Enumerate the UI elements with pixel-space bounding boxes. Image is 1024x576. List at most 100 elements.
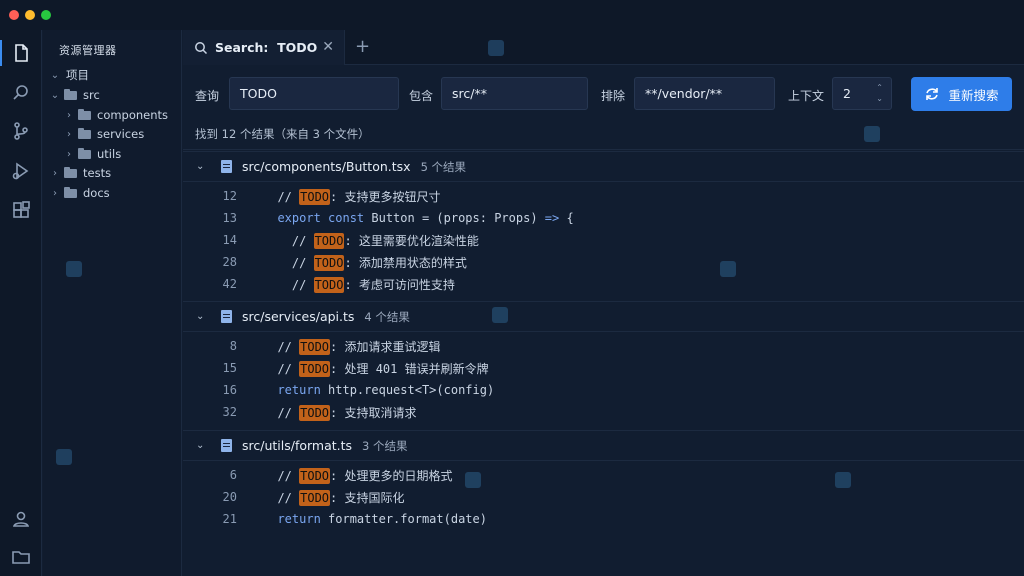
context-label: 上下文 bbox=[788, 89, 825, 103]
line-number: 6 bbox=[229, 468, 237, 482]
run-debug-button[interactable] bbox=[0, 152, 42, 190]
code-snippet: // TODO: 考虑可访问性支持 bbox=[263, 276, 455, 293]
code-token: // bbox=[263, 361, 300, 376]
file-icon bbox=[221, 439, 232, 452]
rerun-search-button[interactable]: 重新搜索 bbox=[911, 77, 1012, 111]
folder-icon bbox=[64, 186, 77, 198]
match-highlight: TODO bbox=[299, 188, 331, 205]
code-token: // bbox=[263, 189, 300, 204]
tree-item-src[interactable]: ⌄ src bbox=[43, 85, 100, 105]
tree-item-label: utils bbox=[97, 147, 122, 161]
result-line[interactable]: 16 return http.request<T>(config) bbox=[183, 379, 1024, 401]
search-button[interactable] bbox=[0, 74, 42, 112]
context-stepper[interactable]: 2 ⌃ ⌄ bbox=[832, 77, 892, 110]
source-control-button[interactable] bbox=[0, 112, 42, 150]
file-result-header[interactable]: ⌄ src/services/api.ts 4 个结果 bbox=[183, 301, 1024, 332]
code-snippet: export const Button = (props: Props) => … bbox=[263, 211, 574, 225]
extensions-button[interactable] bbox=[0, 192, 42, 230]
close-window-button[interactable] bbox=[9, 10, 19, 20]
code-snippet: // TODO: 支持更多按钮尺寸 bbox=[263, 188, 440, 205]
code-token: Button = (props: Props) bbox=[364, 211, 545, 225]
result-line[interactable]: 28 // TODO: 添加禁用状态的样式 bbox=[183, 251, 1024, 273]
tree-item-project[interactable]: ⌄ 项目 bbox=[43, 65, 89, 85]
match-highlight: TODO bbox=[299, 489, 331, 506]
tree-item-utils[interactable]: › utils bbox=[43, 144, 121, 164]
line-number: 21 bbox=[222, 512, 237, 526]
tree-item-services[interactable]: › services bbox=[43, 124, 144, 144]
folder-icon bbox=[78, 147, 91, 159]
explorer-sidebar: 资源管理器 ⌄ 项目 ⌄ src › components › services… bbox=[43, 30, 182, 576]
chevron-down-icon[interactable]: ⌄ bbox=[196, 161, 208, 172]
close-tab-button[interactable]: ✕ bbox=[322, 39, 334, 55]
tab-bar: Search: TODO ✕ + bbox=[183, 30, 1024, 65]
tree-item-label: components bbox=[97, 108, 169, 122]
code-snippet: // TODO: 支持国际化 bbox=[263, 489, 404, 506]
tab-search-todo[interactable]: Search: TODO ✕ bbox=[183, 30, 345, 65]
chevron-down-icon[interactable]: ⌄ bbox=[196, 311, 208, 322]
query-input[interactable]: TODO bbox=[229, 77, 399, 110]
code-token: : 处理 401 错误并刷新令牌 bbox=[330, 361, 489, 376]
code-token: : 支持更多按钮尺寸 bbox=[330, 189, 441, 204]
watermark-icon bbox=[56, 449, 72, 465]
result-line[interactable]: 6 // TODO: 处理更多的日期格式 bbox=[183, 464, 1024, 486]
context-value: 2 bbox=[843, 86, 851, 101]
code-token: // bbox=[263, 277, 314, 292]
folder-icon bbox=[78, 127, 91, 139]
chevron-right-icon: › bbox=[53, 187, 57, 199]
result-line[interactable]: 21 return formatter.format(date) bbox=[183, 508, 1024, 530]
explorer-button[interactable] bbox=[0, 34, 42, 72]
new-tab-button[interactable]: + bbox=[355, 36, 370, 57]
refresh-icon bbox=[926, 88, 939, 100]
result-line[interactable]: 8 // TODO: 添加请求重试逻辑 bbox=[183, 335, 1024, 357]
results-summary: 找到 12 个结果（来自 3 个文件） bbox=[195, 127, 370, 141]
line-number: 42 bbox=[222, 277, 237, 291]
chevron-down-icon[interactable]: ⌄ bbox=[196, 440, 208, 451]
rerun-search-label: 重新搜索 bbox=[948, 87, 999, 103]
watermark-icon bbox=[66, 261, 82, 277]
exclude-input[interactable]: **/vendor/** bbox=[634, 77, 775, 110]
line-number: 14 bbox=[222, 233, 237, 247]
code-snippet: // TODO: 这里需要优化渲染性能 bbox=[263, 232, 479, 249]
result-line[interactable]: 15 // TODO: 处理 401 错误并刷新令牌 bbox=[183, 357, 1024, 379]
include-input[interactable]: src/** bbox=[441, 77, 588, 110]
code-token: formatter.format(date) bbox=[320, 512, 487, 526]
match-count: 4 个结果 bbox=[364, 309, 410, 324]
code-token: // bbox=[263, 233, 314, 248]
chevron-right-icon: › bbox=[53, 167, 57, 179]
tree-item-tests[interactable]: › tests bbox=[43, 163, 111, 183]
code-token: http.request<T>(config) bbox=[320, 383, 495, 397]
watermark-icon bbox=[488, 40, 504, 56]
code-token: : 这里需要优化渲染性能 bbox=[344, 233, 479, 248]
tree-item-components[interactable]: › components bbox=[43, 105, 168, 125]
tree-item-label: src bbox=[83, 88, 100, 102]
watermark-icon bbox=[492, 307, 508, 323]
chevron-right-icon: › bbox=[67, 148, 71, 160]
result-line[interactable]: 12 // TODO: 支持更多按钮尺寸 bbox=[183, 185, 1024, 207]
result-line[interactable]: 42 // TODO: 考虑可访问性支持 bbox=[183, 273, 1024, 295]
code-token: : 添加禁用状态的样式 bbox=[344, 255, 467, 270]
code-token: { bbox=[559, 211, 574, 225]
file-path: src/components/Button.tsx bbox=[242, 159, 411, 174]
minimize-window-button[interactable] bbox=[25, 10, 35, 20]
maximize-window-button[interactable] bbox=[41, 10, 51, 20]
line-number: 13 bbox=[222, 211, 237, 225]
files-icon bbox=[15, 44, 28, 62]
result-line[interactable]: 20 // TODO: 支持国际化 bbox=[183, 486, 1024, 508]
line-number: 28 bbox=[222, 255, 237, 269]
account-button[interactable] bbox=[0, 500, 42, 538]
result-line[interactable]: 13 export const Button = (props: Props) … bbox=[183, 207, 1024, 229]
result-line[interactable]: 14 // TODO: 这里需要优化渲染性能 bbox=[183, 229, 1024, 251]
activity-bar bbox=[0, 30, 42, 576]
folder-button[interactable] bbox=[0, 538, 42, 576]
code-token: return bbox=[277, 383, 321, 397]
stepper-arrows-icon[interactable]: ⌃ ⌄ bbox=[876, 82, 883, 104]
search-options-bar: 查询 TODO 包含 src/** 排除 **/vendor/** 上下文 2 … bbox=[183, 66, 1024, 150]
file-result-header[interactable]: ⌄ src/components/Button.tsx 5 个结果 bbox=[183, 151, 1024, 182]
result-line[interactable]: 32 // TODO: 支持取消请求 bbox=[183, 401, 1024, 423]
include-label: 包含 bbox=[409, 89, 434, 103]
tree-item-docs[interactable]: › docs bbox=[43, 183, 110, 203]
file-icon bbox=[221, 160, 232, 173]
file-result-header[interactable]: ⌄ src/utils/format.ts 3 个结果 bbox=[183, 430, 1024, 461]
title-bar bbox=[0, 0, 1024, 30]
